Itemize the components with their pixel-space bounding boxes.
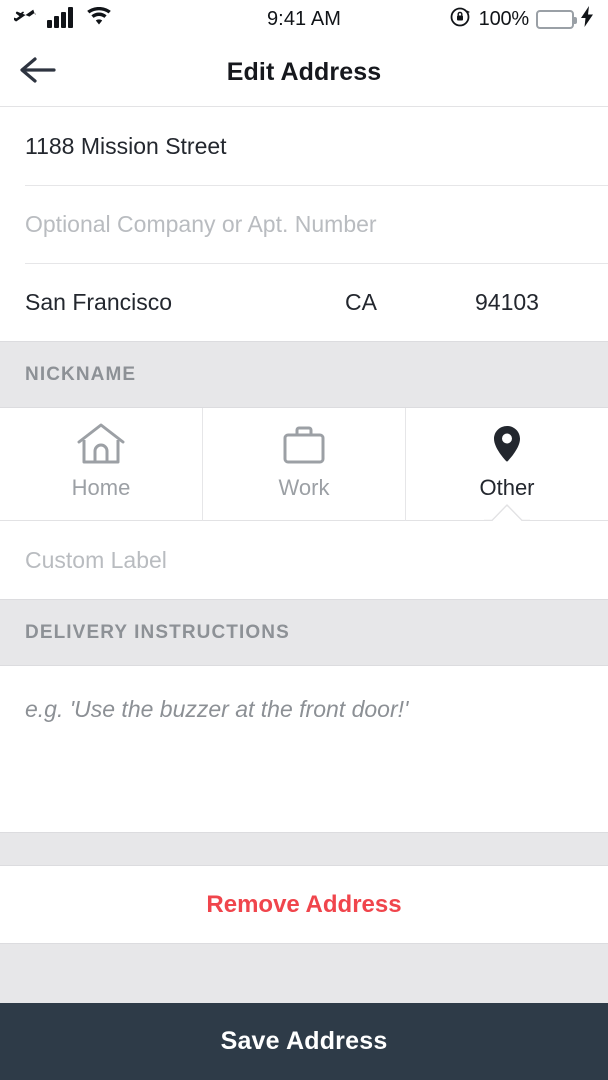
- briefcase-icon: [277, 426, 331, 467]
- custom-label-placeholder: Custom Label: [25, 546, 167, 573]
- nickname-tab-home[interactable]: Home: [0, 408, 202, 521]
- status-bar-right: 100%: [450, 6, 594, 33]
- nickname-tab-other-label: Other: [479, 475, 535, 500]
- delivery-section-header: DELIVERY INSTRUCTIONS: [0, 599, 608, 666]
- apt-company-placeholder: Optional Company or Apt. Number: [25, 210, 377, 237]
- custom-label-field[interactable]: Custom Label: [0, 521, 608, 599]
- charging-bolt-icon: [581, 6, 594, 32]
- selected-tab-caret-icon: [484, 501, 530, 521]
- nickname-tab-work[interactable]: Work: [202, 408, 405, 521]
- clock: 9:41 AM: [266, 7, 342, 30]
- signal-bars-icon: [47, 6, 77, 33]
- apt-company-field[interactable]: Optional Company or Apt. Number: [0, 185, 608, 263]
- nickname-tabs: Home Work Other: [0, 408, 608, 521]
- home-icon: [74, 423, 128, 467]
- wifi-icon: [86, 6, 112, 32]
- city-field[interactable]: San Francisco: [25, 289, 345, 316]
- remove-address-label: Remove Address: [206, 890, 402, 918]
- nickname-header-label: NICKNAME: [25, 363, 137, 385]
- status-bar: 9:41 AM 100%: [0, 0, 608, 38]
- nickname-tab-work-label: Work: [278, 475, 330, 500]
- state-field[interactable]: CA: [345, 289, 475, 316]
- delivery-instructions-placeholder: e.g. 'Use the buzzer at the front door!': [25, 696, 409, 722]
- delivery-instructions-filler: [0, 766, 608, 832]
- back-arrow-icon: [17, 54, 61, 91]
- nav-bar: Edit Address: [0, 38, 608, 107]
- street-address-value: 1188 Mission Street: [25, 132, 227, 159]
- section-spacer-top: [0, 832, 608, 866]
- back-button[interactable]: [13, 48, 65, 96]
- nickname-section-header: NICKNAME: [0, 341, 608, 408]
- nickname-tab-home-label: Home: [71, 475, 131, 500]
- save-address-button[interactable]: Save Address: [0, 1003, 608, 1080]
- rotation-lock-icon: [450, 6, 472, 33]
- city-state-zip-row: San Francisco CA 94103: [0, 263, 608, 341]
- battery-icon: [536, 9, 577, 29]
- delivery-instructions-input[interactable]: e.g. 'Use the buzzer at the front door!': [0, 666, 608, 766]
- delivery-header-label: DELIVERY INSTRUCTIONS: [25, 621, 290, 643]
- remove-address-button[interactable]: Remove Address: [0, 866, 608, 943]
- status-bar-left: [12, 5, 112, 34]
- save-address-label: Save Address: [220, 1027, 388, 1055]
- airplane-icon: [12, 5, 38, 34]
- street-address-field[interactable]: 1188 Mission Street: [0, 107, 608, 185]
- battery-percent: 100%: [478, 7, 530, 30]
- page-title: Edit Address: [226, 57, 382, 86]
- zip-field[interactable]: 94103: [475, 289, 539, 316]
- map-pin-icon: [480, 426, 534, 467]
- nickname-tab-other[interactable]: Other: [405, 408, 608, 521]
